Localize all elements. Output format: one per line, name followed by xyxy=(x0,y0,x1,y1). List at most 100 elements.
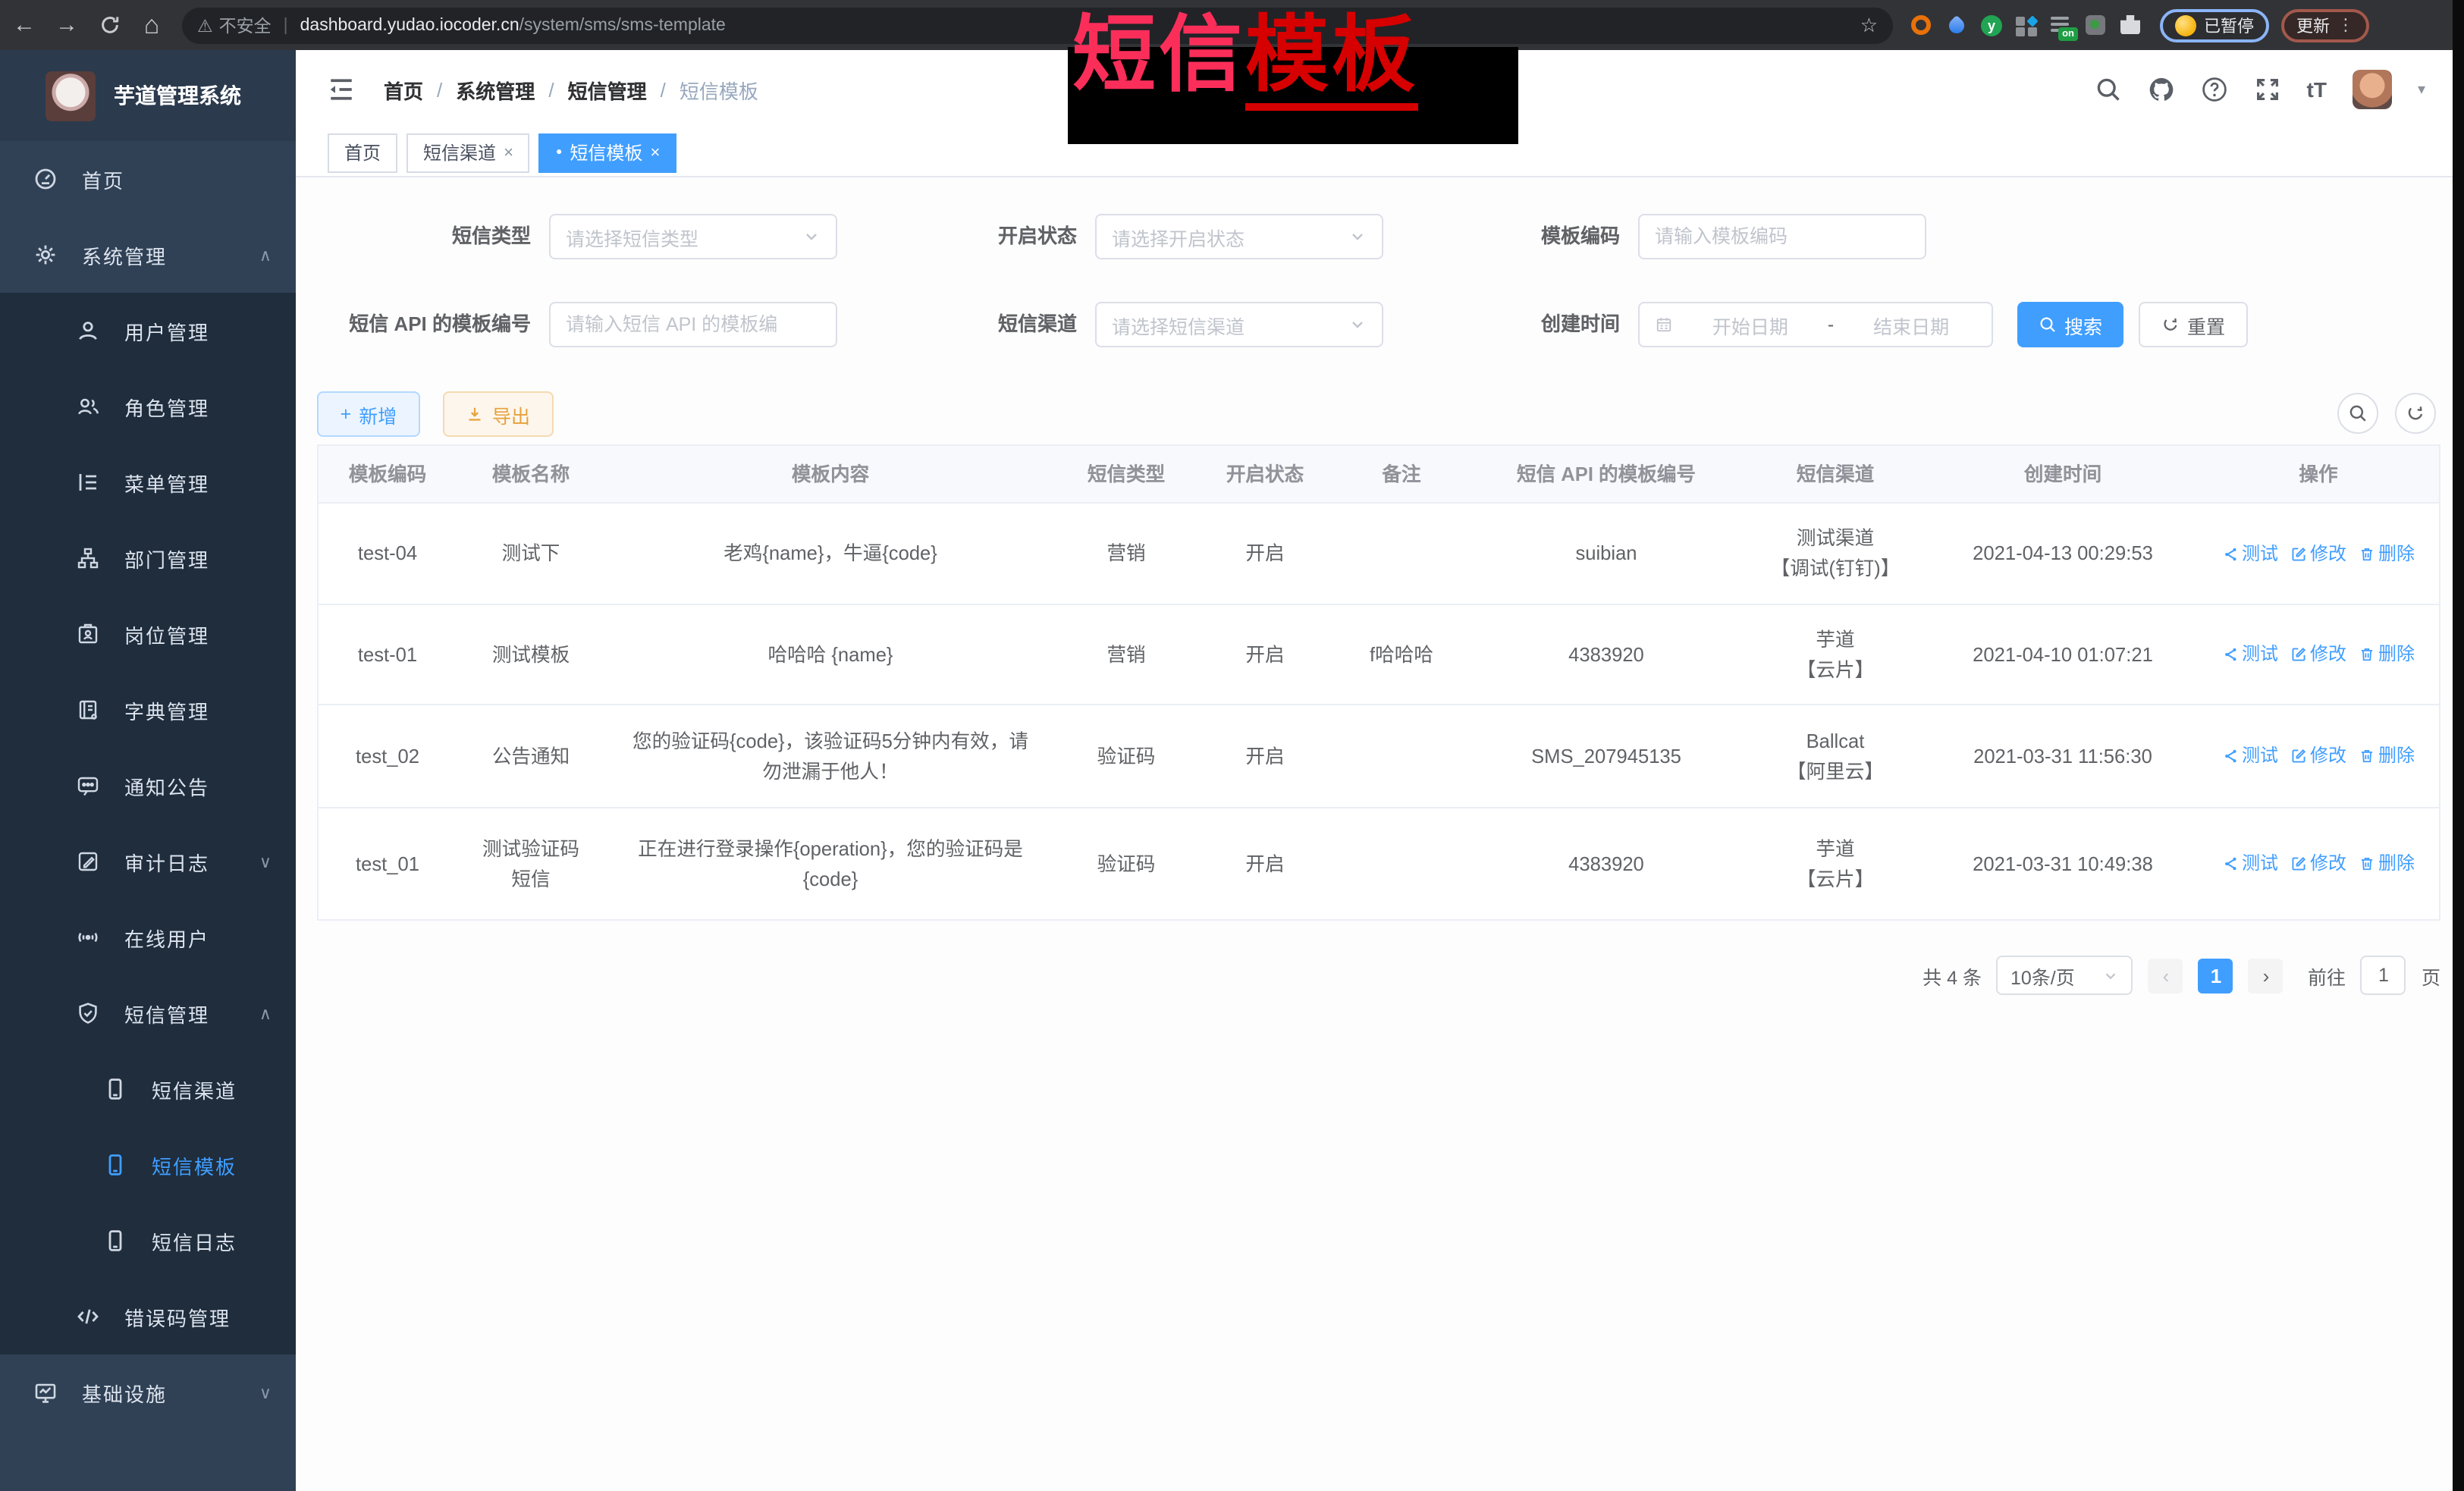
export-button-label: 导出 xyxy=(492,400,530,428)
date-range-picker[interactable]: 开始日期 - 结束日期 xyxy=(1638,302,1993,347)
api-template-id-field[interactable] xyxy=(566,314,821,335)
sidebar-item-user-mgmt[interactable]: 用户管理 xyxy=(0,293,296,369)
browser-home-icon[interactable]: ⌂ xyxy=(133,7,170,43)
refresh-table-button[interactable] xyxy=(2395,393,2436,434)
delete-label: 删除 xyxy=(2378,640,2415,668)
phone-icon xyxy=(103,1077,127,1101)
page-number-button[interactable]: 1 xyxy=(2199,958,2233,993)
fullscreen-icon[interactable] xyxy=(2254,76,2281,103)
extension-blob-icon[interactable] xyxy=(2086,14,2107,36)
profile-paused-badge[interactable]: 已暂停 xyxy=(2160,8,2269,42)
test-link[interactable]: 测试 xyxy=(2222,849,2278,877)
col-header: 模板编码 xyxy=(319,446,457,502)
sidebar-item-role-mgmt[interactable]: 角色管理 xyxy=(0,369,296,444)
font-size-icon[interactable]: tT xyxy=(2307,77,2327,102)
breadcrumb-system[interactable]: 系统管理 xyxy=(456,75,535,104)
github-icon[interactable] xyxy=(2148,76,2175,103)
sidebar-item-sms-channel[interactable]: 短信渠道 xyxy=(0,1051,296,1127)
extensions-puzzle-icon[interactable] xyxy=(2120,14,2142,36)
sidebar-item-sms-template[interactable]: 短信模板 xyxy=(0,1127,296,1203)
edit-link[interactable]: 修改 xyxy=(2290,849,2346,877)
delete-link[interactable]: 删除 xyxy=(2359,539,2415,567)
collapse-sidebar-icon[interactable] xyxy=(326,74,356,105)
close-icon[interactable]: × xyxy=(504,143,513,162)
trash-icon xyxy=(2359,646,2375,663)
tab-home[interactable]: 首页 xyxy=(328,133,397,172)
prev-page-button[interactable]: ‹ xyxy=(2149,958,2183,993)
status-select[interactable]: 请选择开启状态 xyxy=(1095,214,1383,259)
add-button[interactable]: + 新增 xyxy=(317,391,420,437)
show-search-button[interactable] xyxy=(2337,393,2378,434)
status-label: 开启状态 xyxy=(849,214,1077,259)
sidebar-item-dict-mgmt[interactable]: 字典管理 xyxy=(0,672,296,748)
logo-avatar xyxy=(46,71,96,121)
caret-down-icon[interactable]: ▾ xyxy=(2418,81,2425,98)
page-size-select[interactable]: 10条/页 xyxy=(1997,956,2133,995)
browser-reload-icon[interactable] xyxy=(91,7,127,43)
delete-link[interactable]: 删除 xyxy=(2359,742,2415,770)
breadcrumb-sms[interactable]: 短信管理 xyxy=(568,75,647,104)
extension-pin-icon[interactable] xyxy=(1946,14,1967,36)
cell-status: 开启 xyxy=(1197,808,1333,919)
tab-sms-template[interactable]: ● 短信模板 × xyxy=(539,133,676,172)
sidebar-item-infrastructure[interactable]: 基础设施 ∨ xyxy=(0,1354,296,1430)
sidebar-item-label: 在线用户 xyxy=(124,923,209,952)
close-icon[interactable]: × xyxy=(650,143,660,162)
reset-button[interactable]: 重置 xyxy=(2139,302,2248,347)
security-warning[interactable]: ⚠ 不安全 xyxy=(197,13,272,37)
browser-menu-dots-icon[interactable]: ⋮ xyxy=(2337,15,2354,35)
help-icon[interactable] xyxy=(2201,76,2228,103)
delete-link[interactable]: 删除 xyxy=(2359,640,2415,668)
search-button[interactable]: 搜索 xyxy=(2017,302,2123,347)
extension-list-icon[interactable]: on xyxy=(2051,14,2072,36)
next-page-button[interactable]: › xyxy=(2249,958,2284,993)
bookmark-star-icon[interactable]: ☆ xyxy=(1860,13,1878,37)
sidebar-item-system-mgmt[interactable]: 系统管理 ∧ xyxy=(0,217,296,293)
sidebar-logo[interactable]: 芋道管理系统 xyxy=(0,50,296,141)
search-icon[interactable] xyxy=(2095,76,2122,103)
api-template-id-input[interactable] xyxy=(549,302,837,347)
test-link[interactable]: 测试 xyxy=(2222,539,2278,567)
share-icon xyxy=(2222,545,2239,562)
channel-name: Ballcat xyxy=(1806,726,1865,756)
browser-back-icon[interactable]: ← xyxy=(6,7,42,43)
user-avatar[interactable] xyxy=(2353,70,2392,109)
sidebar-item-audit-log[interactable]: 审计日志 ∨ xyxy=(0,824,296,899)
edit-link[interactable]: 修改 xyxy=(2290,539,2346,567)
sms-type-select[interactable]: 请选择短信类型 xyxy=(549,214,837,259)
extension-y-icon[interactable]: y xyxy=(1981,14,2002,36)
sidebar-item-error-code-mgmt[interactable]: 错误码管理 xyxy=(0,1279,296,1354)
sidebar-item-sms-log[interactable]: 短信日志 xyxy=(0,1203,296,1279)
sidebar-item-online-users[interactable]: 在线用户 xyxy=(0,899,296,975)
cell-remark xyxy=(1333,504,1470,604)
goto-page-input[interactable]: 1 xyxy=(2361,956,2406,995)
test-link[interactable]: 测试 xyxy=(2222,640,2278,668)
trash-icon xyxy=(2359,748,2375,764)
sidebar-item-notice[interactable]: 通知公告 xyxy=(0,748,296,824)
delete-link[interactable]: 删除 xyxy=(2359,849,2415,877)
user-icon xyxy=(76,319,100,343)
sidebar-item-post-mgmt[interactable]: 岗位管理 xyxy=(0,596,296,672)
edit-link[interactable]: 修改 xyxy=(2290,640,2346,668)
address-bar[interactable]: ⚠ 不安全 | dashboard.yudao.iocoder.cn/syste… xyxy=(182,7,1893,43)
export-button[interactable]: 导出 xyxy=(443,391,554,437)
breadcrumb-home[interactable]: 首页 xyxy=(384,75,423,104)
sidebar-item-home[interactable]: 首页 xyxy=(0,141,296,217)
sidebar-item-sms-mgmt[interactable]: 短信管理 ∧ xyxy=(0,975,296,1051)
cell-api-code: SMS_207945135 xyxy=(1470,705,1743,807)
extension-ring-icon[interactable] xyxy=(1911,14,1932,36)
browser-forward-icon[interactable]: → xyxy=(49,7,85,43)
template-code-input[interactable] xyxy=(1638,214,1926,259)
sms-channel-select[interactable]: 请选择短信渠道 xyxy=(1095,302,1383,347)
update-label: 更新 xyxy=(2296,13,2330,37)
page-content: 短信类型 请选择短信类型 开启状态 请选择开启状态 模板编码 短信 API 的模… xyxy=(296,177,2453,1491)
extension-grid-icon[interactable] xyxy=(2016,14,2037,36)
cell-type: 营销 xyxy=(1056,504,1197,604)
template-code-field[interactable] xyxy=(1655,226,1910,247)
sidebar-item-menu-mgmt[interactable]: 菜单管理 xyxy=(0,444,296,520)
test-link[interactable]: 测试 xyxy=(2222,742,2278,770)
browser-update-button[interactable]: 更新 ⋮ xyxy=(2281,8,2369,42)
tab-sms-channel[interactable]: 短信渠道 × xyxy=(406,133,530,172)
edit-link[interactable]: 修改 xyxy=(2290,742,2346,770)
sidebar-item-dept-mgmt[interactable]: 部门管理 xyxy=(0,520,296,596)
